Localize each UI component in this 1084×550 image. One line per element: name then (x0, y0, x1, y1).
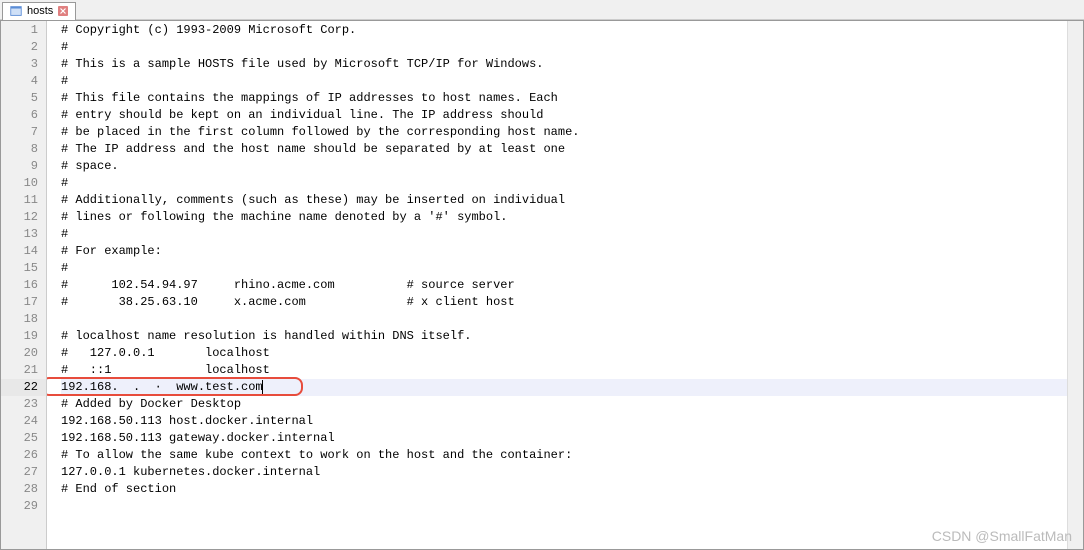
code-line[interactable] (61, 311, 1067, 328)
line-number: 27 (1, 464, 46, 481)
line-number: 3 (1, 56, 46, 73)
line-number: 20 (1, 345, 46, 362)
line-number: 2 (1, 39, 46, 56)
code-line[interactable]: # 38.25.63.10 x.acme.com # x client host (61, 294, 1067, 311)
line-number: 28 (1, 481, 46, 498)
code-line[interactable]: # localhost name resolution is handled w… (61, 328, 1067, 345)
line-number: 18 (1, 311, 46, 328)
line-number: 21 (1, 362, 46, 379)
code-line[interactable]: 192.168.50.113 gateway.docker.internal (61, 430, 1067, 447)
code-line[interactable]: # (61, 39, 1067, 56)
code-line[interactable]: # (61, 260, 1067, 277)
code-line[interactable]: # (61, 175, 1067, 192)
code-line[interactable]: # be placed in the first column followed… (61, 124, 1067, 141)
code-line[interactable]: # For example: (61, 243, 1067, 260)
code-line[interactable]: # This is a sample HOSTS file used by Mi… (61, 56, 1067, 73)
text-cursor (262, 380, 263, 394)
line-number-gutter: 1234567891011121314151617181920212223242… (1, 21, 47, 549)
line-number: 4 (1, 73, 46, 90)
file-tab[interactable]: hosts (2, 2, 76, 20)
code-line[interactable]: # entry should be kept on an individual … (61, 107, 1067, 124)
code-line[interactable]: # 127.0.0.1 localhost (61, 345, 1067, 362)
code-line[interactable]: # The IP address and the host name shoul… (61, 141, 1067, 158)
line-number: 24 (1, 413, 46, 430)
file-icon (9, 4, 23, 18)
vertical-scrollbar[interactable] (1067, 21, 1083, 549)
line-number: 9 (1, 158, 46, 175)
code-line[interactable]: # ::1 localhost (61, 362, 1067, 379)
code-line[interactable]: # Additionally, comments (such as these)… (61, 192, 1067, 209)
line-number: 12 (1, 209, 46, 226)
line-number: 22 (1, 379, 46, 396)
code-line[interactable]: 192.168. . · www.test.com (61, 379, 1067, 396)
code-line[interactable]: # 102.54.94.97 rhino.acme.com # source s… (61, 277, 1067, 294)
code-area[interactable]: # Copyright (c) 1993-2009 Microsoft Corp… (47, 21, 1067, 549)
code-line[interactable]: # lines or following the machine name de… (61, 209, 1067, 226)
line-number: 16 (1, 277, 46, 294)
line-number: 1 (1, 22, 46, 39)
line-number: 15 (1, 260, 46, 277)
line-number: 23 (1, 396, 46, 413)
code-line[interactable]: # This file contains the mappings of IP … (61, 90, 1067, 107)
line-number: 11 (1, 192, 46, 209)
line-number: 25 (1, 430, 46, 447)
line-number: 13 (1, 226, 46, 243)
tab-close-button[interactable] (57, 5, 69, 17)
code-line[interactable]: # End of section (61, 481, 1067, 498)
tab-label: hosts (27, 5, 53, 17)
line-number: 17 (1, 294, 46, 311)
line-number: 10 (1, 175, 46, 192)
code-line[interactable]: 127.0.0.1 kubernetes.docker.internal (61, 464, 1067, 481)
line-number: 6 (1, 107, 46, 124)
editor: 1234567891011121314151617181920212223242… (0, 20, 1084, 550)
code-line[interactable]: # space. (61, 158, 1067, 175)
line-number: 29 (1, 498, 46, 515)
line-number: 26 (1, 447, 46, 464)
tab-bar: hosts (0, 0, 1084, 20)
code-line[interactable]: # Copyright (c) 1993-2009 Microsoft Corp… (61, 22, 1067, 39)
code-line[interactable]: # Added by Docker Desktop (61, 396, 1067, 413)
code-line[interactable]: # (61, 226, 1067, 243)
line-number: 8 (1, 141, 46, 158)
line-number: 5 (1, 90, 46, 107)
line-number: 19 (1, 328, 46, 345)
code-line[interactable]: # (61, 73, 1067, 90)
line-number: 14 (1, 243, 46, 260)
line-number: 7 (1, 124, 46, 141)
code-line[interactable] (61, 498, 1067, 515)
code-line[interactable]: # To allow the same kube context to work… (61, 447, 1067, 464)
code-line[interactable]: 192.168.50.113 host.docker.internal (61, 413, 1067, 430)
